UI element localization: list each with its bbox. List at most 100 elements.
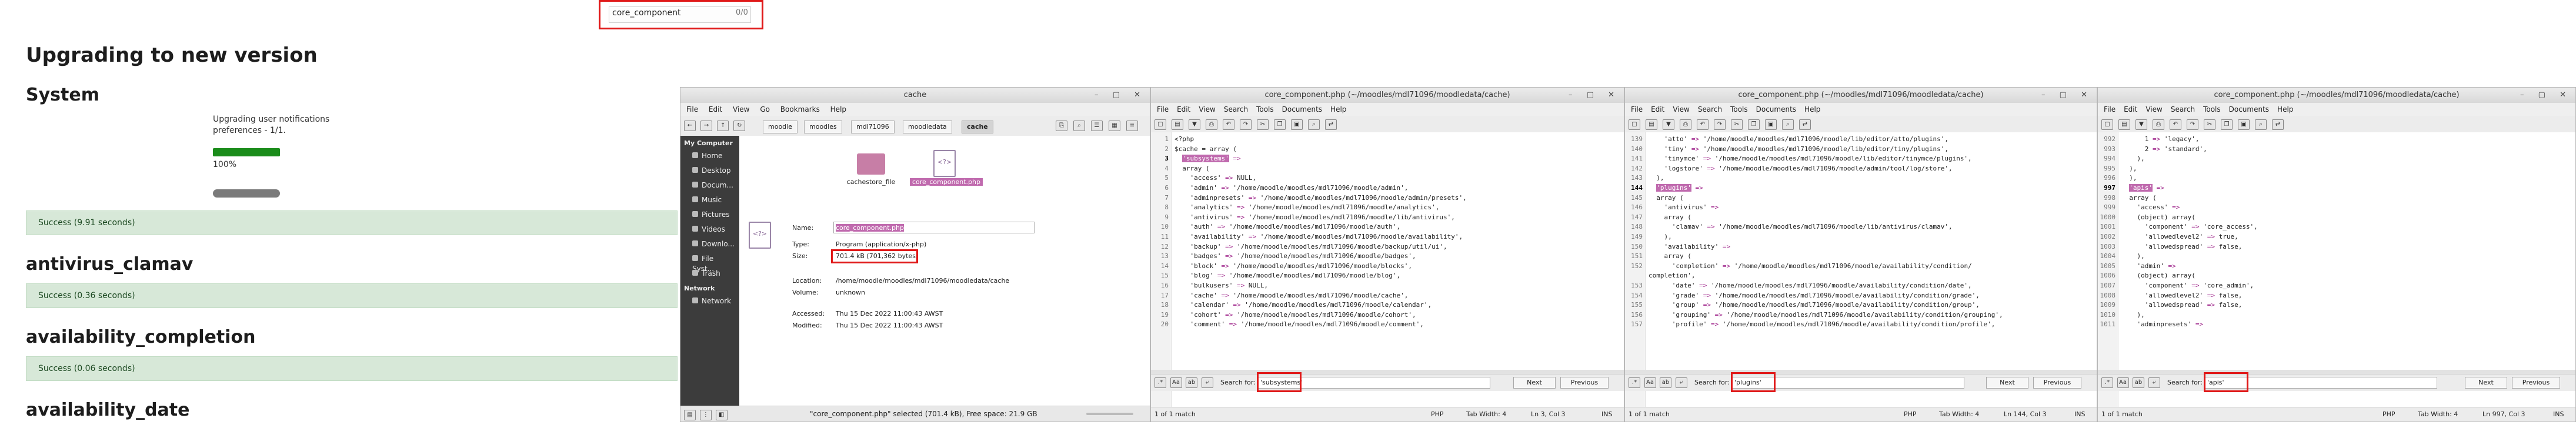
menu-view[interactable]: View — [2145, 105, 2162, 113]
breadcrumb-moodle[interactable]: moodle — [763, 121, 798, 133]
cut-icon[interactable]: ✂ — [1731, 119, 1743, 130]
forward-arrow-icon[interactable]: → — [700, 121, 713, 131]
menu-search[interactable]: Search — [1224, 105, 1248, 113]
undo-icon[interactable]: ↶ — [2170, 119, 2181, 130]
window-controls[interactable]: – ▢ ✕ — [1569, 88, 1620, 103]
breadcrumb-mdl71096[interactable]: mdl71096 — [851, 121, 895, 133]
zoom-slider[interactable] — [1086, 413, 1133, 415]
new-file-icon[interactable]: ▢ — [1154, 119, 1166, 130]
menu-edit[interactable]: Edit — [1177, 105, 1190, 113]
reload-icon[interactable]: ↻ — [733, 121, 746, 131]
wrap-icon[interactable]: ⤶ — [1675, 377, 1687, 388]
sidebar-item-filesystem[interactable]: File Syst... — [680, 252, 739, 273]
find-icon[interactable]: ⌕ — [2255, 119, 2267, 130]
tab-width-select[interactable]: Tab Width: 4 — [2418, 407, 2458, 422]
case-toggle-icon[interactable]: Aa — [1170, 377, 1182, 388]
language-select[interactable]: PHP — [1904, 407, 1917, 422]
previous-button[interactable]: Previous — [1560, 377, 1609, 389]
menu-documents[interactable]: Documents — [1756, 105, 1796, 113]
back-arrow-icon[interactable]: ← — [684, 121, 696, 131]
menu-documents[interactable]: Documents — [1282, 105, 1322, 113]
file-label-core-component[interactable]: core_component.php — [910, 178, 983, 186]
print-icon[interactable]: ⎙ — [1680, 119, 1691, 130]
menu-search[interactable]: Search — [1698, 105, 1722, 113]
replace-icon[interactable]: ⇄ — [1799, 119, 1811, 130]
menu-help[interactable]: Help — [2277, 105, 2293, 113]
icon-view-icon[interactable]: ▦ — [1109, 121, 1120, 131]
browser-find-box[interactable]: core_component 0/0 — [599, 0, 763, 29]
breadcrumb-cache[interactable]: cache — [962, 121, 993, 133]
menu-tools[interactable]: Tools — [1730, 105, 1748, 113]
menu-file[interactable]: File — [1157, 105, 1169, 113]
compact-view-icon[interactable]: ≡ — [1126, 121, 1138, 131]
breadcrumb-moodles[interactable]: moodles — [804, 121, 842, 133]
menu-file[interactable]: File — [1631, 105, 1643, 113]
case-toggle-icon[interactable]: Aa — [1644, 377, 1656, 388]
paste-icon[interactable]: ▣ — [2238, 119, 2250, 130]
new-file-icon[interactable]: ▢ — [2101, 119, 2113, 130]
search-icon[interactable]: ⌕ — [1073, 121, 1085, 131]
copy-icon[interactable]: ❐ — [1274, 119, 1286, 130]
tree-toggle-icon[interactable]: ⋮ — [699, 410, 712, 420]
menu-documents[interactable]: Documents — [2229, 105, 2269, 113]
menu-go[interactable]: Go — [760, 105, 770, 113]
find-icon[interactable]: ⌕ — [1782, 119, 1794, 130]
new-file-icon[interactable]: ▢ — [1629, 119, 1640, 130]
next-button[interactable]: Next — [1986, 377, 2028, 389]
menu-file[interactable]: File — [686, 105, 698, 113]
menu-help[interactable]: Help — [1804, 105, 1820, 113]
redo-icon[interactable]: ↷ — [1714, 119, 1726, 130]
open-icon[interactable]: ▤ — [1646, 119, 1657, 130]
menu-edit[interactable]: Edit — [2124, 105, 2137, 113]
regex-toggle-icon[interactable]: .* — [1154, 377, 1166, 388]
menu-view[interactable]: View — [1199, 105, 1215, 113]
wrap-icon[interactable]: ⤶ — [1201, 377, 1213, 388]
sidebar-item-downloads[interactable]: Downlo... — [680, 237, 739, 252]
menu-edit[interactable]: Edit — [709, 105, 722, 113]
open-icon[interactable]: ▤ — [2118, 119, 2130, 130]
sidebar-item-trash[interactable]: Trash — [680, 266, 739, 281]
php-file-icon[interactable]: <?> — [933, 150, 956, 177]
menu-view[interactable]: View — [1673, 105, 1689, 113]
undo-icon[interactable]: ↶ — [1223, 119, 1234, 130]
menu-file[interactable]: File — [2104, 105, 2115, 113]
up-arrow-icon[interactable]: ↑ — [717, 121, 729, 131]
menu-help[interactable]: Help — [830, 105, 846, 113]
folder-icon[interactable] — [857, 153, 885, 175]
places-toggle-icon[interactable]: ▤ — [684, 410, 696, 420]
whole-word-icon[interactable]: ab — [2133, 377, 2144, 388]
menu-view[interactable]: View — [733, 105, 749, 113]
previous-button[interactable]: Previous — [2512, 377, 2560, 389]
window-controls[interactable]: – ▢ ✕ — [2520, 88, 2572, 103]
menu-search[interactable]: Search — [2171, 105, 2195, 113]
next-button[interactable]: Next — [2465, 377, 2507, 389]
language-select[interactable]: PHP — [2383, 407, 2395, 422]
paste-icon[interactable]: ▣ — [1291, 119, 1303, 130]
window-controls[interactable]: – ▢ ✕ — [2041, 88, 2093, 103]
whole-word-icon[interactable]: ab — [1660, 377, 1671, 388]
whole-word-icon[interactable]: ab — [1186, 377, 1197, 388]
regex-toggle-icon[interactable]: .* — [2101, 377, 2113, 388]
regex-toggle-icon[interactable]: .* — [1629, 377, 1640, 388]
wrap-icon[interactable]: ⤶ — [2148, 377, 2160, 388]
redo-icon[interactable]: ↷ — [1240, 119, 1252, 130]
case-toggle-icon[interactable]: Aa — [2117, 377, 2129, 388]
cut-icon[interactable]: ✂ — [1257, 119, 1269, 130]
list-view-icon[interactable]: ☰ — [1091, 121, 1103, 131]
save-icon[interactable]: ▼ — [2135, 119, 2147, 130]
file-label-cachestore[interactable]: cachestore_file — [836, 178, 906, 186]
sidebar-item-music[interactable]: Music — [680, 193, 739, 208]
window-controls[interactable]: – ▢ ✕ — [1095, 88, 1146, 103]
cut-icon[interactable]: ✂ — [2204, 119, 2215, 130]
menu-bookmarks[interactable]: Bookmarks — [780, 105, 820, 113]
redo-icon[interactable]: ↷ — [2187, 119, 2198, 130]
sidebar-item-pictures[interactable]: Pictures — [680, 208, 739, 222]
menu-edit[interactable]: Edit — [1651, 105, 1664, 113]
tab-width-select[interactable]: Tab Width: 4 — [1939, 407, 1979, 422]
undo-icon[interactable]: ↶ — [1697, 119, 1709, 130]
replace-icon[interactable]: ⇄ — [1325, 119, 1337, 130]
sidebar-item-documents[interactable]: Docum... — [680, 178, 739, 193]
find-icon[interactable]: ⌕ — [1308, 119, 1320, 130]
sidebar-item-network[interactable]: Network — [680, 294, 739, 309]
menu-tools[interactable]: Tools — [1256, 105, 1274, 113]
